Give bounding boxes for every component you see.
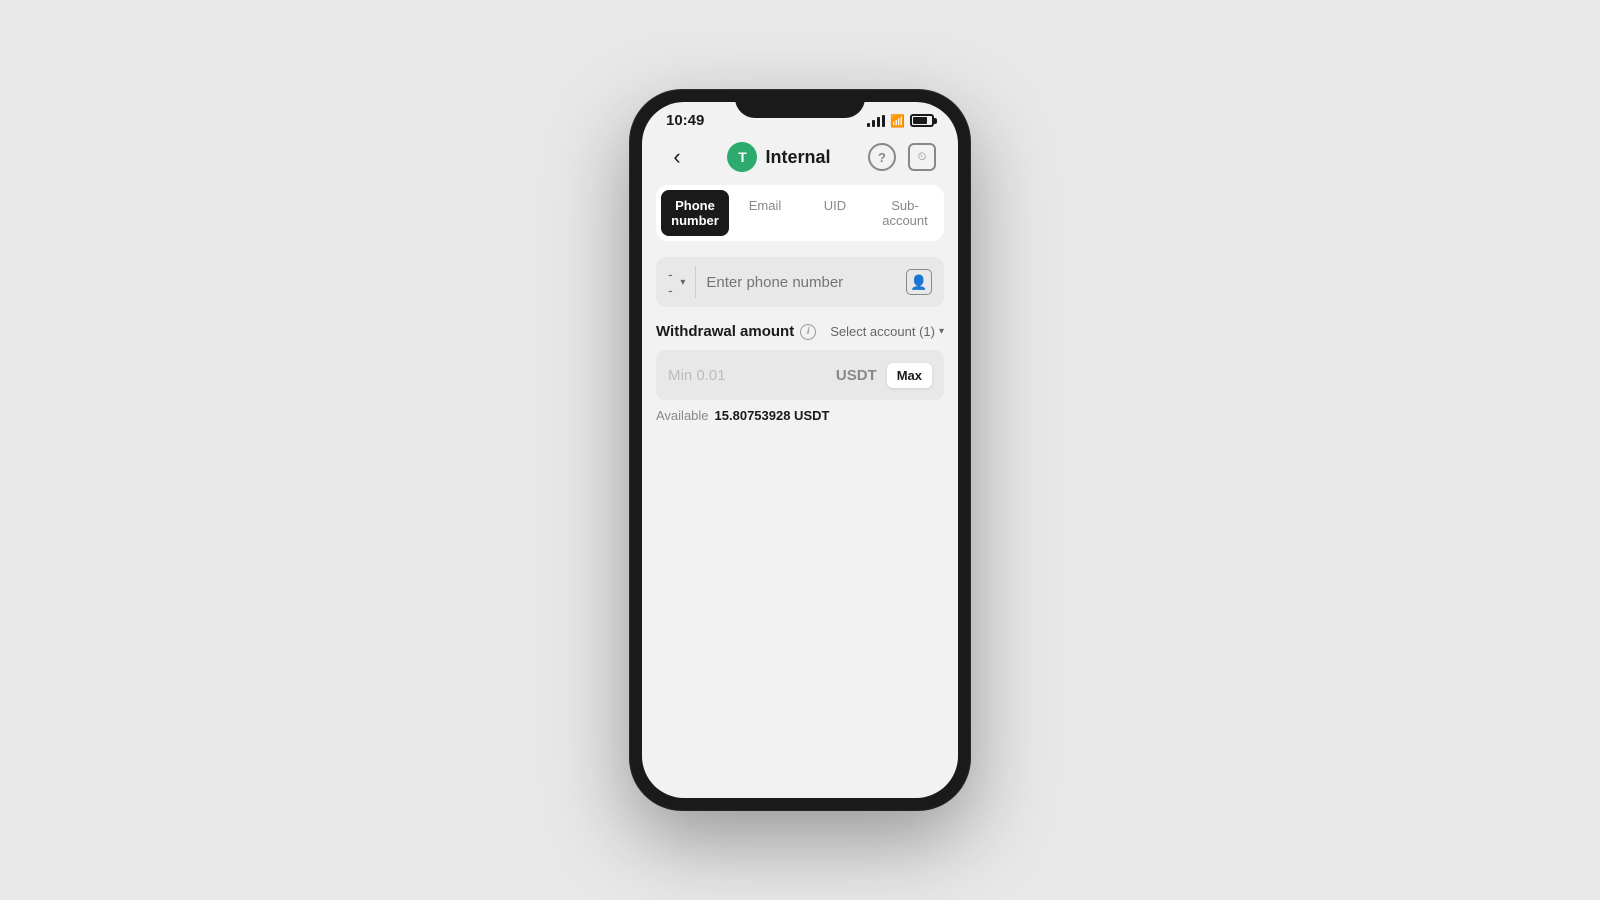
- history-icon: ⏲: [908, 143, 936, 171]
- tab-uid[interactable]: UID: [801, 190, 869, 236]
- phone-frame: 10:49 📶 ‹ T Intern: [630, 90, 970, 810]
- header: ‹ T Internal ? ⏲: [642, 133, 958, 185]
- max-button[interactable]: Max: [887, 363, 932, 388]
- status-time: 10:49: [666, 112, 704, 129]
- history-button[interactable]: ⏲: [906, 141, 938, 173]
- country-code: --: [668, 266, 676, 298]
- tab-email[interactable]: Email: [731, 190, 799, 236]
- phone-number-input[interactable]: [706, 274, 905, 291]
- help-button[interactable]: ?: [866, 141, 898, 173]
- currency-label: USDT: [836, 367, 877, 384]
- back-button[interactable]: ‹: [662, 142, 692, 172]
- contact-book-icon: 👤: [906, 269, 932, 295]
- page-title: Internal: [765, 147, 830, 168]
- withdrawal-section: Withdrawal amount i Select account (1) ▾…: [656, 323, 944, 423]
- withdrawal-header: Withdrawal amount i Select account (1) ▾: [656, 323, 944, 340]
- select-account-arrow-icon: ▾: [939, 326, 944, 337]
- notch: [735, 90, 865, 118]
- withdrawal-label-row: Withdrawal amount i: [656, 323, 816, 340]
- amount-placeholder: Min 0.01: [668, 367, 836, 384]
- logo-circle: T: [727, 142, 757, 172]
- tab-bar: Phone number Email UID Sub-account: [656, 185, 944, 241]
- contact-picker-button[interactable]: 👤: [905, 268, 932, 296]
- country-selector[interactable]: -- ▾: [668, 266, 696, 298]
- signal-icon: [867, 115, 885, 127]
- available-label: Available: [656, 408, 709, 423]
- withdrawal-label: Withdrawal amount: [656, 323, 794, 340]
- status-icons: 📶: [867, 114, 934, 128]
- tab-phone-number[interactable]: Phone number: [661, 190, 729, 236]
- phone-input-row: -- ▾ 👤: [656, 257, 944, 307]
- battery-icon: [910, 114, 934, 127]
- wifi-icon: 📶: [890, 114, 905, 128]
- back-chevron-icon: ‹: [673, 146, 680, 168]
- help-icon: ?: [868, 143, 896, 171]
- dropdown-arrow-icon: ▾: [680, 277, 685, 288]
- header-actions: ? ⏲: [866, 141, 938, 173]
- available-amount: 15.80753928 USDT: [715, 408, 830, 423]
- select-account-label: Select account (1): [830, 324, 935, 339]
- tab-sub-account[interactable]: Sub-account: [871, 190, 939, 236]
- info-icon: i: [800, 324, 816, 340]
- logo-letter: T: [738, 149, 747, 165]
- select-account-button[interactable]: Select account (1) ▾: [830, 324, 944, 339]
- phone-screen: 10:49 📶 ‹ T Intern: [642, 102, 958, 798]
- available-row: Available 15.80753928 USDT: [656, 408, 944, 423]
- amount-input-row: Min 0.01 USDT Max: [656, 350, 944, 400]
- phone-input-section: -- ▾ 👤: [656, 257, 944, 307]
- header-title: T Internal: [727, 142, 830, 172]
